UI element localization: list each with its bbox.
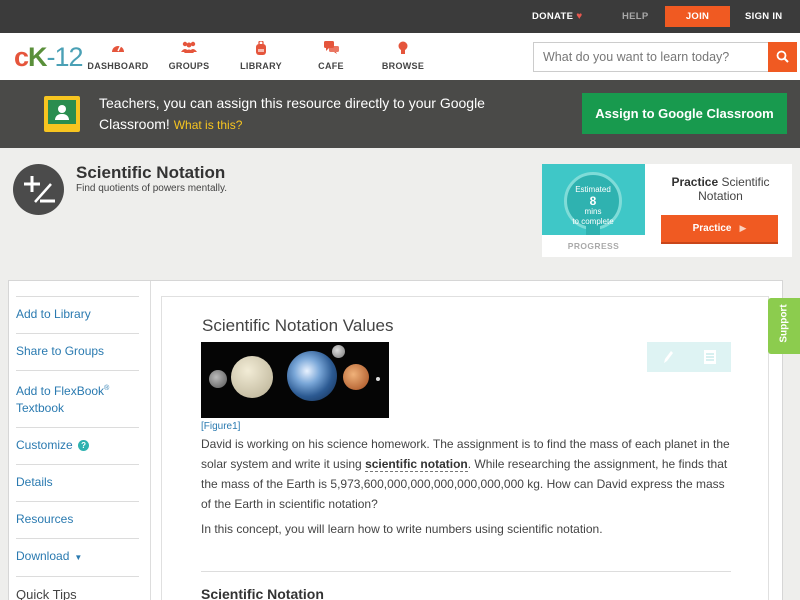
support-tab[interactable]: Support [768,298,800,354]
sidebar-item-add-to-library[interactable]: Add to Library [16,296,139,333]
section-heading: Scientific Notation [201,586,324,600]
nav-groups[interactable]: GROUPS [154,41,224,71]
customize-label: Customize [16,438,73,452]
search-input[interactable] [534,43,768,71]
sidebar-divider [150,281,151,600]
practice-button-label: Practice [692,223,732,234]
article: Scientific Notation Values [Figure1] Dav… [161,296,769,600]
mins-label: mins [584,207,602,216]
search-icon [776,50,789,63]
vocabulary-term[interactable]: scientific notation [365,457,468,472]
lightbulb-icon [368,41,438,56]
concept-subtitle: Find quotients of powers mentally. [76,183,228,194]
nav-cafe[interactable]: CAFE [296,41,366,71]
quick-tips-heading: Quick Tips [16,576,139,600]
logo-12: -12 [46,42,84,72]
nav-browse[interactable]: BROWSE [368,41,438,71]
google-classroom-banner: Teachers, you can assign this resource d… [0,80,800,148]
concept-title: Scientific Notation [76,163,226,182]
article-tools [647,342,731,372]
heart-icon: ♥ [576,11,583,22]
nav-dashboard[interactable]: DASHBOARD [83,41,153,71]
estimated-mins-value: 8 [589,194,597,208]
practice-card: Estimated 8 mins to complete PROGRESS Pr… [542,164,792,257]
practice-title: Practice Scientific Notation [658,175,783,203]
help-question-icon[interactable]: ? [78,440,90,451]
planets-figure[interactable] [201,342,389,418]
plus-minus-icon [13,164,64,215]
estimated-time-ring: Estimated 8 mins to complete [564,172,622,230]
main-navbar: cK-12 DASHBOARD GROUPS LIBRARY CAFE BROW… [0,33,800,80]
google-classroom-icon [44,96,80,132]
help-link[interactable]: HELP [622,0,649,33]
nav-dashboard-label: DASHBOARD [87,61,149,71]
section-divider [201,571,731,572]
people-icon [154,41,224,56]
chat-bubbles-icon [296,41,366,56]
donate-label: DONATE [532,11,574,22]
top-utility-bar: DONATE ♥ HELP JOIN SIGN IN [0,0,800,33]
logo-k: K [28,42,47,72]
nav-browse-label: BROWSE [381,61,425,71]
assign-to-google-classroom-button[interactable]: Assign to Google Classroom [582,93,787,134]
practice-button[interactable]: Practice ▶ [661,215,778,244]
sidebar: Add to Library Share to Groups Add to Fl… [16,296,139,600]
search-box [533,42,797,72]
article-title: Scientific Notation Values [202,316,394,335]
sign-in-link[interactable]: SIGN IN [745,0,782,33]
sidebar-item-customize[interactable]: Customize ? [16,427,139,464]
flexbook-label: Add to FlexBook [16,384,105,398]
donate-link[interactable]: DONATE ♥ [532,0,582,33]
logo-c: c [14,42,29,72]
caret-down-icon: ▼ [74,553,83,562]
backpack-icon [226,40,296,56]
sidebar-item-resources[interactable]: Resources [16,501,139,538]
sidebar-item-share-to-groups[interactable]: Share to Groups [16,333,139,370]
article-paragraph-2: In this concept, you will learn how to w… [201,522,603,536]
annotate-button[interactable] [647,342,689,372]
article-paragraph-1: David is working on his science homework… [201,434,736,514]
pencil-icon [664,351,673,363]
registered-mark: ® [104,385,110,392]
notes-button[interactable] [689,342,731,372]
classroom-text: Teachers, you can assign this resource d… [99,95,485,132]
figure-caption[interactable]: [Figure1] [201,421,240,432]
nav-cafe-label: CAFE [318,61,344,71]
nav-library[interactable]: LIBRARY [226,40,296,71]
nav-library-label: LIBRARY [240,61,282,71]
ck12-logo[interactable]: cK-12 [14,42,84,73]
sidebar-item-download[interactable]: Download ▼ [16,538,139,576]
classroom-message: Teachers, you can assign this resource d… [99,93,499,136]
gauge-icon [83,41,153,56]
practice-title-bold: Practice [671,175,719,189]
join-button[interactable]: JOIN [665,6,730,27]
search-button[interactable] [768,42,797,72]
sidebar-item-add-to-flexbook[interactable]: Add to FlexBook® Textbook [16,370,139,427]
notes-icon [704,350,716,364]
support-label: Support [778,304,790,343]
download-label: Download [16,549,70,563]
progress-badge: Estimated 8 mins to complete [542,164,645,235]
flexbook-label-2: Textbook [16,401,65,415]
sidebar-item-details[interactable]: Details [16,464,139,501]
what-is-this-link[interactable]: What is this? [174,118,243,132]
chevron-right-icon: ▶ [739,223,747,233]
progress-label: PROGRESS [567,241,620,251]
nav-groups-label: GROUPS [168,61,210,71]
